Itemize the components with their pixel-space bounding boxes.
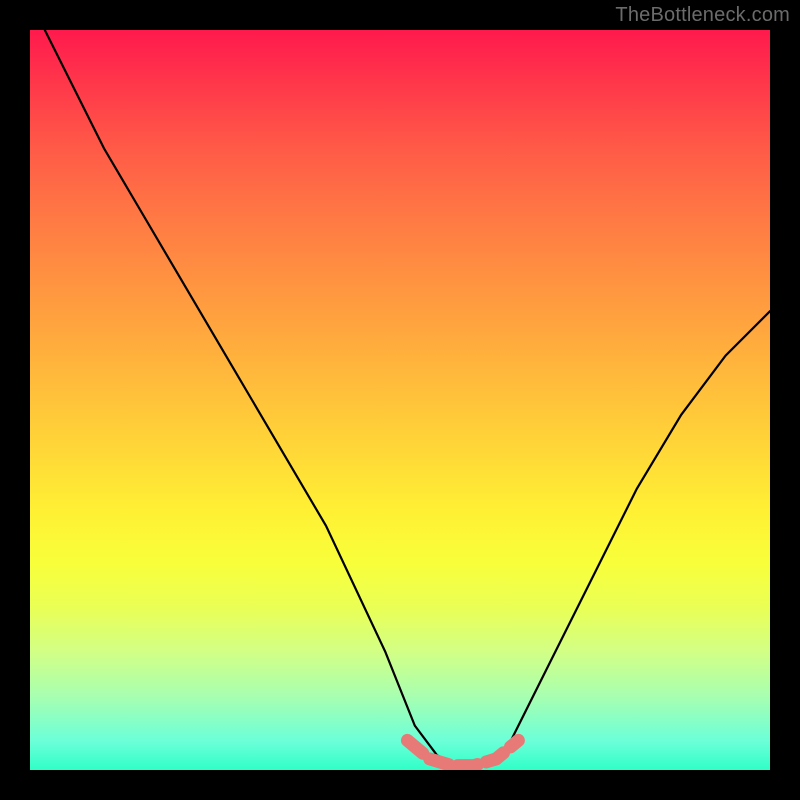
plot-area [30, 30, 770, 770]
chart-svg [30, 30, 770, 770]
bottleneck-curve [45, 30, 770, 766]
optimal-band [407, 740, 518, 765]
chart-canvas: TheBottleneck.com [0, 0, 800, 800]
watermark-text: TheBottleneck.com [615, 4, 790, 27]
